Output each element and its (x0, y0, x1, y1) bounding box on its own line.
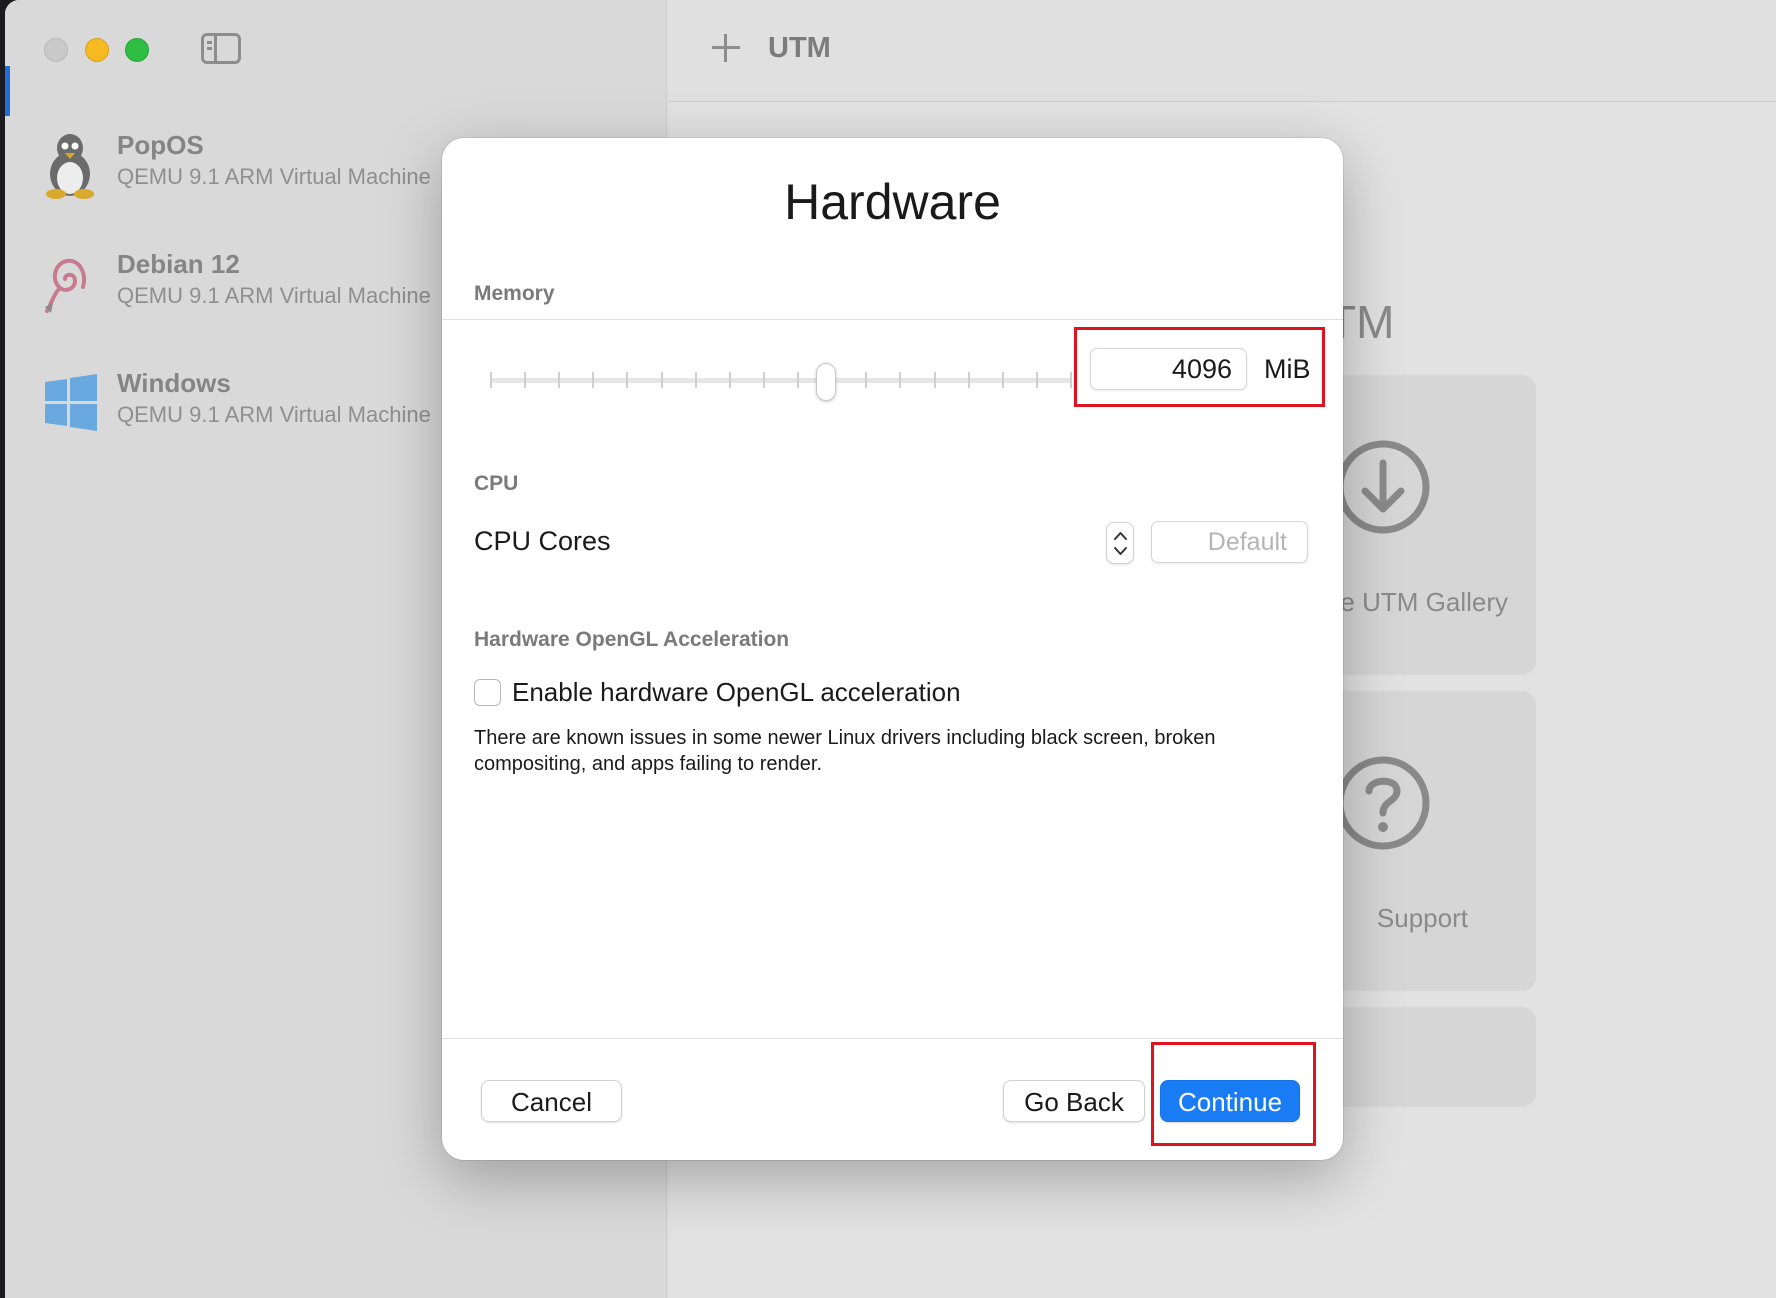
slider-tick (695, 372, 697, 388)
vm-name: Debian 12 (117, 249, 240, 279)
slider-thumb[interactable] (816, 363, 836, 401)
vm-name: Windows (117, 368, 231, 398)
memory-divider (442, 319, 1343, 320)
cpu-cores-input[interactable] (1151, 521, 1308, 563)
slider-tick (934, 372, 936, 388)
toolbar: UTM (668, 0, 1776, 102)
vm-description: QEMU 9.1 ARM Virtual Machine (117, 402, 431, 427)
opengl-help-text: There are known issues in some newer Lin… (474, 727, 1216, 775)
cancel-button[interactable]: Cancel (481, 1080, 622, 1122)
slider-tick (592, 372, 594, 388)
sidebar-toggle-icon[interactable] (201, 33, 241, 64)
continue-highlight-box (1151, 1042, 1316, 1146)
question-circle-icon (1336, 756, 1430, 850)
slider-tick (1002, 372, 1004, 388)
slider-track (490, 378, 1072, 383)
slider-tick (865, 372, 867, 388)
opengl-checkbox[interactable] (474, 679, 501, 706)
memory-slider[interactable] (490, 360, 1072, 401)
cpu-section-label: CPU (474, 472, 519, 495)
close-window-button[interactable] (44, 38, 68, 62)
memory-section-label: Memory (474, 282, 555, 305)
chevron-down-icon[interactable] (1113, 546, 1128, 557)
debian-swirl-icon (45, 258, 86, 313)
linux-penguin-icon (46, 134, 94, 199)
minimize-window-button[interactable] (85, 38, 109, 62)
hardware-dialog: Hardware Memory MiB CPU CPU Cores Hardwa… (442, 138, 1343, 1160)
opengl-section-label: Hardware OpenGL Acceleration (474, 628, 790, 651)
go-back-button[interactable]: Go Back (1003, 1080, 1145, 1122)
vm-description: QEMU 9.1 ARM Virtual Machine (117, 283, 431, 308)
cpu-cores-stepper[interactable] (1106, 522, 1134, 564)
windows-logo-icon (45, 374, 97, 431)
dialog-title: Hardware (784, 174, 1001, 230)
slider-tick (524, 372, 526, 388)
vm-name: PopOS (117, 130, 204, 160)
slider-tick (729, 372, 731, 388)
vm-description: QEMU 9.1 ARM Virtual Machine (117, 164, 431, 189)
download-circle-icon (1336, 440, 1430, 534)
maximize-window-button[interactable] (125, 38, 149, 62)
slider-tick (1036, 372, 1038, 388)
opengl-checkbox-label[interactable]: Enable hardware OpenGL acceleration (512, 677, 961, 708)
slider-tick (763, 372, 765, 388)
slider-tick (661, 372, 663, 388)
toolbar-title: UTM (768, 32, 831, 64)
window-edge-accent (5, 66, 10, 116)
slider-tick (899, 372, 901, 388)
slider-tick (797, 372, 799, 388)
slider-tick (490, 372, 492, 388)
chevron-up-icon[interactable] (1113, 530, 1128, 541)
footer-divider (442, 1038, 1343, 1039)
slider-tick (626, 372, 628, 388)
slider-tick (968, 372, 970, 388)
memory-highlight-box (1074, 327, 1325, 407)
add-vm-icon[interactable] (708, 30, 744, 66)
slider-tick (1070, 372, 1072, 388)
slider-tick (558, 372, 560, 388)
cpu-cores-label: CPU Cores (474, 526, 611, 556)
